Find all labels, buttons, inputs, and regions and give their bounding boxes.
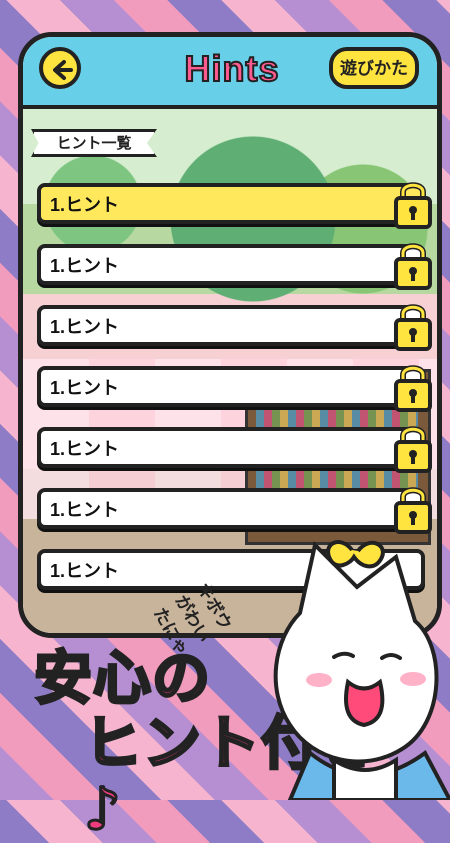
back-arrow-icon (53, 60, 73, 80)
hint-label: 1.ヒント (50, 439, 120, 459)
hint-label: 1.ヒント (50, 500, 120, 520)
hint-row-6[interactable]: 1.ヒント (37, 487, 432, 534)
back-button[interactable] (39, 47, 81, 89)
promo-title-line-1: 安心の (32, 644, 212, 712)
lock-icon (394, 365, 432, 412)
hint-row-3[interactable]: 1.ヒント (37, 304, 432, 351)
hint-row-2[interactable]: 1.ヒント (37, 243, 432, 290)
hint-row-5[interactable]: 1.ヒント (37, 426, 432, 473)
hint-label: 1.ヒント (50, 561, 120, 581)
lock-icon (394, 182, 432, 229)
cat-mascot-illustration (273, 540, 450, 800)
hint-list-label: ヒント一覧 (31, 129, 157, 157)
hint-label: 1.ヒント (50, 378, 120, 398)
hint-row-1[interactable]: 1.ヒント (37, 182, 432, 229)
lock-icon (394, 304, 432, 351)
lock-icon (394, 426, 432, 473)
hint-row-4[interactable]: 1.ヒント (37, 365, 432, 412)
lock-icon (394, 487, 432, 534)
hint-label: 1.ヒント (50, 317, 120, 337)
how-to-play-button[interactable]: 遊びかた (329, 47, 419, 89)
header: Hints 遊びかた (23, 37, 437, 109)
hint-label: 1.ヒント (50, 195, 120, 215)
page-title: Hints (184, 47, 280, 90)
lock-icon (394, 243, 432, 290)
hint-label: 1.ヒント (50, 256, 120, 276)
